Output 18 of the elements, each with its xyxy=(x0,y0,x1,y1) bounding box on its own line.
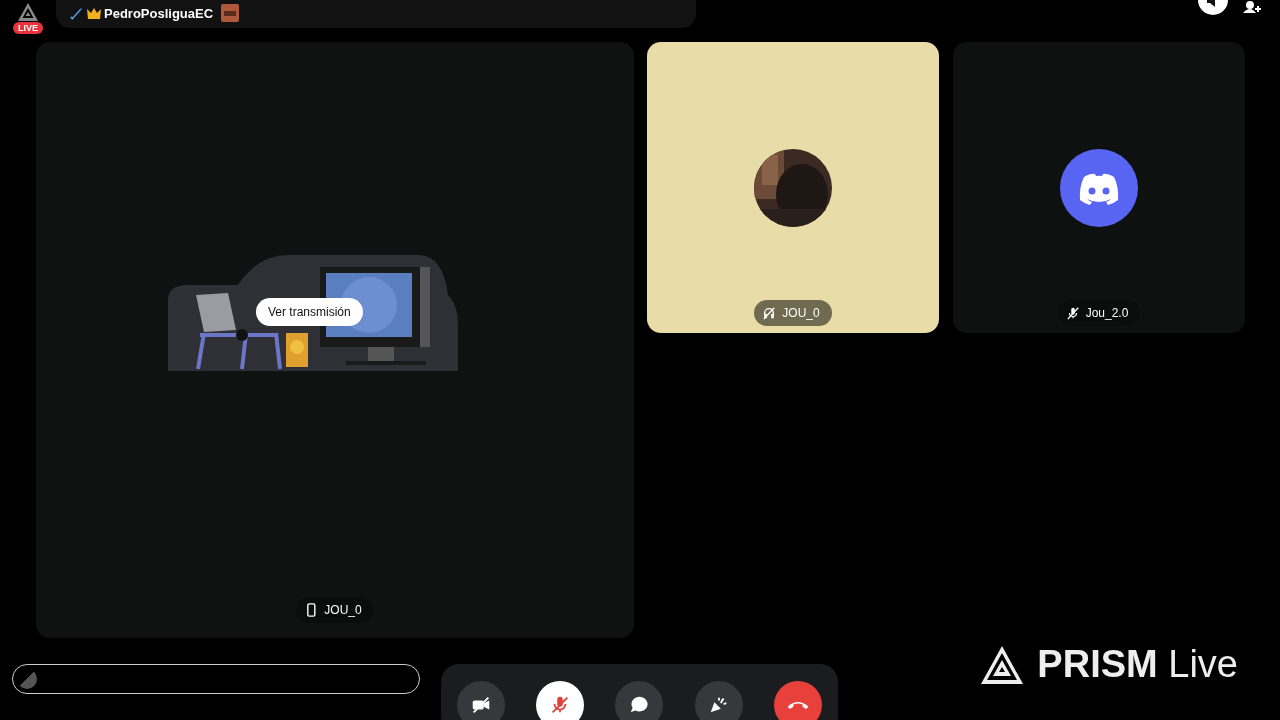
watch-stream-button[interactable]: Ver transmisión xyxy=(256,298,363,326)
activities-button[interactable] xyxy=(694,681,743,720)
chat-button[interactable] xyxy=(615,681,664,720)
add-user-icon[interactable] xyxy=(1242,0,1262,14)
user-name[interactable]: PedroPosliguaEC xyxy=(104,5,214,21)
prism-logo-icon xyxy=(17,2,39,22)
crown-icon xyxy=(86,6,102,20)
leave-call-button[interactable] xyxy=(774,681,823,720)
user-name: JOU_0 xyxy=(324,603,362,617)
hang-up-icon xyxy=(787,699,810,711)
microphone-button[interactable] xyxy=(536,681,585,720)
camera-button[interactable] xyxy=(456,681,505,720)
user-name: JOU_0 xyxy=(782,306,820,320)
live-badge: LIVE xyxy=(13,22,43,34)
emoji-icon xyxy=(221,4,240,22)
user-name: Jou_2.0 xyxy=(1085,306,1129,320)
brand-name: PRISM Live xyxy=(1037,643,1238,686)
avatar-icon xyxy=(1060,149,1138,227)
